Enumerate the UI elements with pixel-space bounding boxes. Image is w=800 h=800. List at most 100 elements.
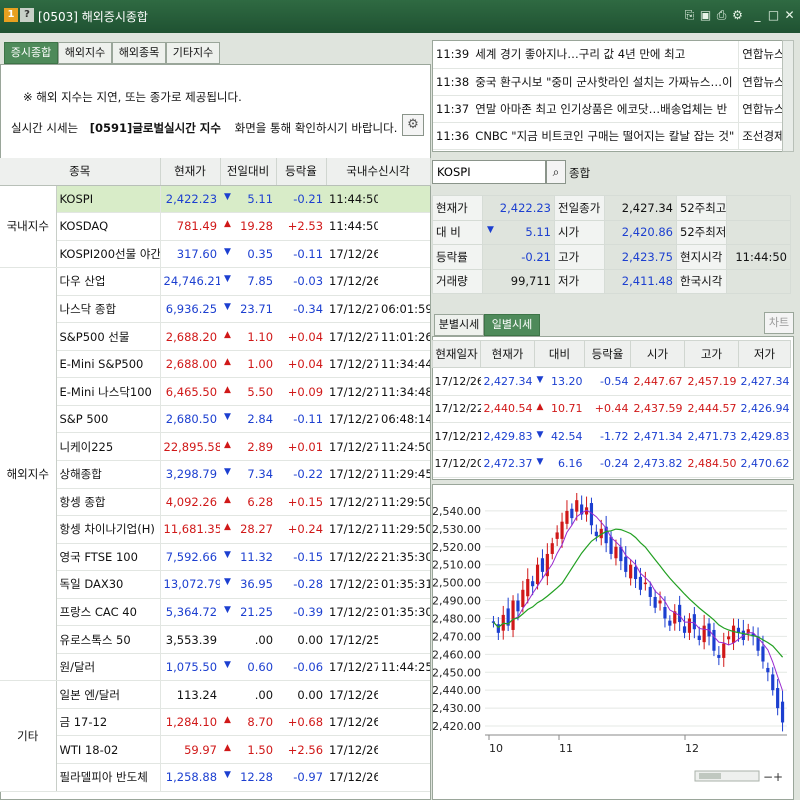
col-header-rate[interactable]: 등락율 [276,158,327,186]
daily-row[interactable]: 17/12/20 2,472.37 ▼ 6.16 -0.24 2,473.82 2,484.… [432,450,791,478]
row-date: 17/12/25 [326,625,379,654]
candle-body [614,546,618,559]
candlestick-chart[interactable]: 2,540.00 2,530.00 2,520.00 2,510.00 2,500.00… [432,485,793,799]
table-row[interactable]: WTI 18-02 59.97 ▲ 1.50 +2.56 17/12/26 [0,735,431,764]
row-change-value: 11.32 [240,549,274,564]
row-price: 1,258.88 [160,763,221,792]
table-row[interactable]: E-Mini S&P500 2,688.00 ▲ 1.00 +0.04 17/12/27 1… [0,350,431,379]
maximize-icon[interactable]: □ [766,7,781,23]
quote-row: 등락률 -0.21 고가 2,423.75 현지시각 11:44:50 [432,244,791,270]
realtime-index-link[interactable]: [0591]글로벌실시간 지수 [90,121,221,135]
down-arrow-icon: ▼ [224,660,231,671]
table-row[interactable]: 필라델피아 반도체 1,258.88 ▼ 12.28 -0.97 17/12/26 [0,763,431,792]
chart-button[interactable]: 차트 [764,312,794,334]
daily-col-header[interactable]: 등락율 [584,340,631,368]
table-row[interactable]: 해외지수 다우 산업 24,746.21 ▼ 7.85 -0.03 17/12/26 [0,267,431,682]
settings-icon[interactable]: ⚙ [730,7,745,23]
table-row[interactable]: KOSDAQ 781.49 ▲ 19.28 +2.53 11:44:50 [0,212,431,241]
news-item[interactable]: 11:38 중국 환구시보 "중미 군사핫라인 설치는 가짜뉴스…이 연합뉴스 [433,68,793,96]
news-scrollbar[interactable] [782,40,794,152]
row-name: S&P500 선물 [56,322,161,351]
quote-row: 대 비 ▼ 5.11 시가 2,420.86 52주최저 [432,219,791,245]
row-price: 24,746.21 [160,267,221,296]
minimize-icon[interactable]: _ [750,7,765,23]
table-row[interactable]: 항셍 차이나기업(H) 11,681.35 ▲ 28.27 +0.24 17/12/27 1… [0,515,431,544]
row-time: 01:35:30 [378,598,431,627]
up-arrow-icon: ▲ [224,384,231,395]
candle-body [540,558,545,572]
row-rate: 0.00 [276,680,327,709]
table-row[interactable]: 영국 FTSE 100 7,592.66 ▼ 11.32 -0.15 17/12/22 21… [0,543,431,572]
table-row[interactable]: 기타 일본 엔/달러 113.24.00 0.00 17/12/26 [0,680,431,792]
zoom-out-icon[interactable]: − [763,770,773,784]
col-header-change[interactable]: 전일대비 [220,158,277,186]
news-item[interactable]: 11:37 연말 아마존 최고 인기상품은 에코닷…배송업체는 반 연합뉴스 [433,95,793,123]
table-row[interactable]: 금 17-12 1,284.10 ▲ 8.70 +0.68 17/12/26 [0,708,431,737]
daily-row[interactable]: 17/12/21 2,429.83 ▼ 42.54 -1.72 2,471.34 2,471… [432,422,791,451]
table-row[interactable]: 국내지수 KOSPI 2,422.23 ▼ 5.11 -0.21 11:44:50 [0,185,431,269]
print-icon[interactable]: ⎙ [714,7,729,23]
tab-daily-quotes[interactable]: 일별시세 [484,314,540,336]
daily-table: 현재일자 현재가 대비 등락율 시가 고가 저가 17/12/26 2,427.34 ▼ 13.2… [432,340,791,478]
table-row[interactable]: 나스닥 종합 6,936.25 ▼ 23.71 -0.34 17/12/27 06:01:5… [0,295,431,324]
ma20-line [493,528,784,658]
table-row[interactable]: S&P 500 2,680.50 ▼ 2.84 -0.11 17/12/27 06:48:1… [0,405,431,434]
tab-minute-quotes[interactable]: 분별시세 [434,314,484,336]
candle-body [565,510,569,524]
help-icon[interactable]: ? [20,8,34,22]
col-header-time[interactable]: 국내수신시각 [326,158,431,186]
daily-col-header[interactable]: 저가 [738,340,791,368]
row-change-value: 8.70 [247,715,274,730]
row-name: WTI 18-02 [56,735,161,764]
news-item[interactable]: 11:39 세계 경기 좋아지나…구리 값 4년 만에 최고 연합뉴스 [433,41,793,69]
daily-col-header[interactable]: 고가 [684,340,739,368]
table-row[interactable]: E-Mini 나스닥100 6,465.50 ▲ 5.50 +0.09 17/12/27 1… [0,377,431,406]
daily-col-header[interactable]: 현재가 [480,340,535,368]
daily-col-header[interactable]: 대비 [534,340,585,368]
table-row[interactable]: 프랑스 CAC 40 5,364.72 ▼ 21.25 -0.39 17/12/23 01:… [0,598,431,627]
zoom-in-icon[interactable]: + [773,770,783,784]
table-row[interactable]: 원/달러 1,075.50 ▼ 0.60 -0.06 17/12/27 11:44:25 [0,653,431,682]
link-icon[interactable]: ⎘ [682,7,697,23]
screen-number-badge[interactable]: 1 [4,8,18,22]
symbol-search-input[interactable] [432,160,546,184]
row-name: E-Mini S&P500 [56,350,161,379]
tab-foreign-index[interactable]: 해외지수 [58,42,112,64]
row-rate: +0.01 [276,432,327,461]
row-price: 113.24 [160,680,221,709]
row-name: 원/달러 [56,653,161,682]
table-row[interactable]: 독일 DAX30 13,072.79 ▼ 36.95 -0.28 17/12/23 01:3… [0,570,431,599]
row-price: 59.97 [160,735,221,764]
table-row[interactable]: S&P500 선물 2,688.20 ▲ 1.10 +0.04 17/12/27 11:01… [0,322,431,351]
table-row[interactable]: 항셍 종합 4,092.26 ▲ 6.28 +0.15 17/12/27 11:29:50 [0,488,431,517]
tab-foreign-stock[interactable]: 해외종목 [112,42,166,64]
quote-label: 전일종가 [554,195,605,221]
daily-col-header[interactable]: 현재일자 [432,340,481,368]
tab-market-summary[interactable]: 증시종합 [4,42,58,64]
table-row[interactable]: 유로스톡스 50 3,553.39 .00 0.00 17/12/25 [0,625,431,654]
daily-row[interactable]: 17/12/26 2,427.34 ▼ 13.20 -0.54 2,447.67 2,457… [432,367,791,396]
col-header-name[interactable]: 종목 [0,158,161,186]
col-header-price[interactable]: 현재가 [160,158,221,186]
table-row[interactable]: 니케이225 22,895.58 ▲ 2.89 +0.01 17/12/27 11:24:5… [0,432,431,461]
daily-change: ▲ 10.71 [534,395,585,423]
daily-row[interactable]: 17/12/22 2,440.54 ▲ 10.71 +0.44 2,437.59 2,444… [432,395,791,423]
close-icon[interactable]: ✕ [782,7,797,23]
save-icon[interactable]: ▣ [698,7,713,23]
row-name: E-Mini 나스닥100 [56,377,161,406]
row-change-value: 2.89 [247,439,274,454]
daily-date: 17/12/20 [432,450,481,478]
candle-body [560,521,564,539]
index-table: 종목 현재가 전일대비 등락율 국내수신시각 국내지수 KOSPI 2,422.23… [0,158,431,792]
search-icon[interactable]: ⌕ [546,160,566,184]
candle-body [624,556,628,572]
row-rate: +2.53 [276,212,327,241]
row-date: 17/12/27 [326,460,379,489]
tab-other-index[interactable]: 기타지수 [166,42,220,64]
row-rate: +2.56 [276,735,327,764]
table-row[interactable]: 상해종합 3,298.79 ▼ 7.34 -0.22 17/12/27 11:29:45 [0,460,431,489]
notice-settings-button[interactable]: ⚙ [402,114,424,136]
table-row[interactable]: KOSPI200선물 야간 317.60 ▼ 0.35 -0.11 17/12/26 [0,240,431,269]
daily-col-header[interactable]: 시가 [630,340,685,368]
news-item[interactable]: 11:36 CNBC "지금 비트코인 구매는 떨어지는 칼날 잡는 것" 조선경제… [433,122,793,150]
